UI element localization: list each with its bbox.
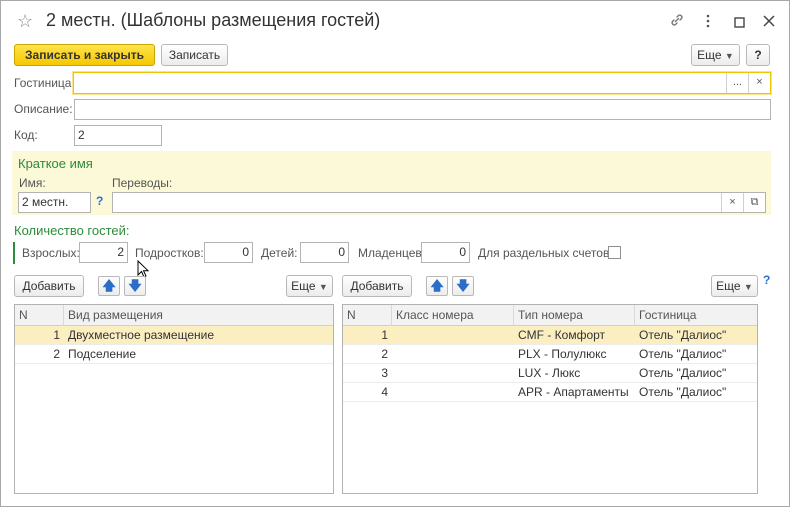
children-label: Детей: [261,246,298,260]
row-n: 2 [53,347,60,361]
row-room-type: CMF - Комфорт [518,328,606,342]
hotel-label: Гостиница: [14,76,75,90]
row-room-class [392,364,400,383]
guests-title: Количество гостей: [14,223,130,238]
hotel-pick-button[interactable]: ... [726,73,748,93]
form-window: ☆ 2 местн. (Шаблоны размещения гостей) З… [0,0,790,507]
separate-accounts-checkbox[interactable] [608,246,621,259]
translations-field[interactable]: × ⧉ [112,192,766,213]
window-title: 2 местн. (Шаблоны размещения гостей) [46,10,381,30]
row-n: 2 [381,347,388,361]
teens-label: Подростков: [135,246,204,260]
table-row[interactable]: 1 Двухместное размещение [15,326,333,345]
row-room-type: PLX - Полулюкс [518,347,607,361]
favorite-star-icon[interactable]: ☆ [17,11,33,32]
table-row[interactable]: 1 CMF - Комфорт Отель "Далиос" [343,326,757,345]
right-help-icon[interactable]: ? [763,273,770,287]
left-move-down-icon[interactable]: 🡇 [124,276,146,296]
table-header: N Класс номера Тип номера Гостиница [343,305,757,326]
help-button[interactable]: ? [746,44,770,66]
column-header-n[interactable]: N [15,305,64,326]
link-icon[interactable] [669,12,685,31]
row-hotel: Отель "Далиос" [639,385,727,399]
row-hotel: Отель "Далиос" [639,328,727,342]
translations-open-button[interactable]: ⧉ [743,193,765,212]
teens-field[interactable]: 0 [204,242,253,263]
table-row[interactable]: 2 PLX - Полулюкс Отель "Далиос" [343,345,757,364]
row-hotel: Отель "Далиос" [639,366,727,380]
room-types-table: N Класс номера Тип номера Гостиница 1 CM… [342,304,758,494]
left-add-button[interactable]: Добавить [14,275,84,297]
right-more-label: Еще [716,279,741,293]
table-row[interactable]: 4 APR - Апартаменты Отель "Далиос" [343,383,757,402]
translations-clear-button[interactable]: × [721,193,743,212]
right-move-down-icon[interactable]: 🡇 [452,276,474,296]
save-button[interactable]: Записать [161,44,228,66]
row-room-class [392,383,400,402]
translations-label: Переводы: [112,176,173,190]
table-row[interactable]: 3 LUX - Люкс Отель "Далиос" [343,364,757,383]
adults-field[interactable]: 2 [79,242,128,263]
adults-label: Взрослых: [22,246,80,260]
children-field[interactable]: 0 [300,242,349,263]
code-field[interactable]: 2 [74,125,162,146]
hotel-clear-button[interactable]: × [748,73,770,93]
row-kind: Двухместное размещение [68,328,215,342]
right-more-button[interactable]: Еще ▼ [711,275,758,297]
chevron-down-icon: ▼ [318,282,328,292]
right-move-up-icon[interactable]: 🡅 [426,276,448,296]
table-header: N Вид размещения [15,305,333,326]
guests-group-marker [13,242,15,264]
left-more-button[interactable]: Еще ▼ [286,275,333,297]
name-label: Имя: [19,176,46,190]
row-kind: Подселение [68,347,136,361]
row-hotel: Отель "Далиос" [639,347,727,361]
chevron-down-icon: ▼ [743,282,753,292]
row-room-class [392,326,400,345]
description-label: Описание: [14,102,73,116]
name-help-icon[interactable]: ? [96,194,103,208]
name-field[interactable]: 2 местн. [18,192,91,213]
chevron-down-icon: ▼ [724,51,734,61]
more-button-label: Еще [697,48,722,62]
left-more-label: Еще [291,279,316,293]
hotel-field[interactable]: ... × [73,72,771,94]
row-room-type: LUX - Люкс [518,366,581,380]
description-field[interactable] [74,99,771,120]
row-n: 1 [381,328,388,342]
maximize-icon[interactable] [734,15,745,31]
row-n: 4 [381,385,388,399]
save-and-close-button[interactable]: Записать и закрыть [14,44,155,66]
infants-label: Младенцев: [358,246,426,260]
short-name-title: Краткое имя [18,156,93,171]
column-header-hotel[interactable]: Гостиница [635,305,757,326]
row-n: 1 [53,328,60,342]
placement-kinds-table: N Вид размещения 1 Двухместное размещени… [14,304,334,494]
more-vertical-icon[interactable] [705,14,711,31]
left-move-up-icon[interactable]: 🡅 [98,276,120,296]
close-icon[interactable] [763,14,775,30]
more-button[interactable]: Еще ▼ [691,44,740,66]
column-header-n[interactable]: N [343,305,392,326]
row-room-class [392,345,400,364]
row-n: 3 [381,366,388,380]
row-room-type: APR - Апартаменты [518,385,629,399]
column-header-room-class[interactable]: Класс номера [392,305,514,326]
infants-field[interactable]: 0 [421,242,470,263]
right-add-button[interactable]: Добавить [342,275,412,297]
table-row[interactable]: 2 Подселение [15,345,333,364]
column-header-room-type[interactable]: Тип номера [514,305,635,326]
separate-accounts-label: Для раздельных счетов: [478,246,613,260]
column-header-kind[interactable]: Вид размещения [64,305,333,326]
code-label: Код: [14,128,38,142]
